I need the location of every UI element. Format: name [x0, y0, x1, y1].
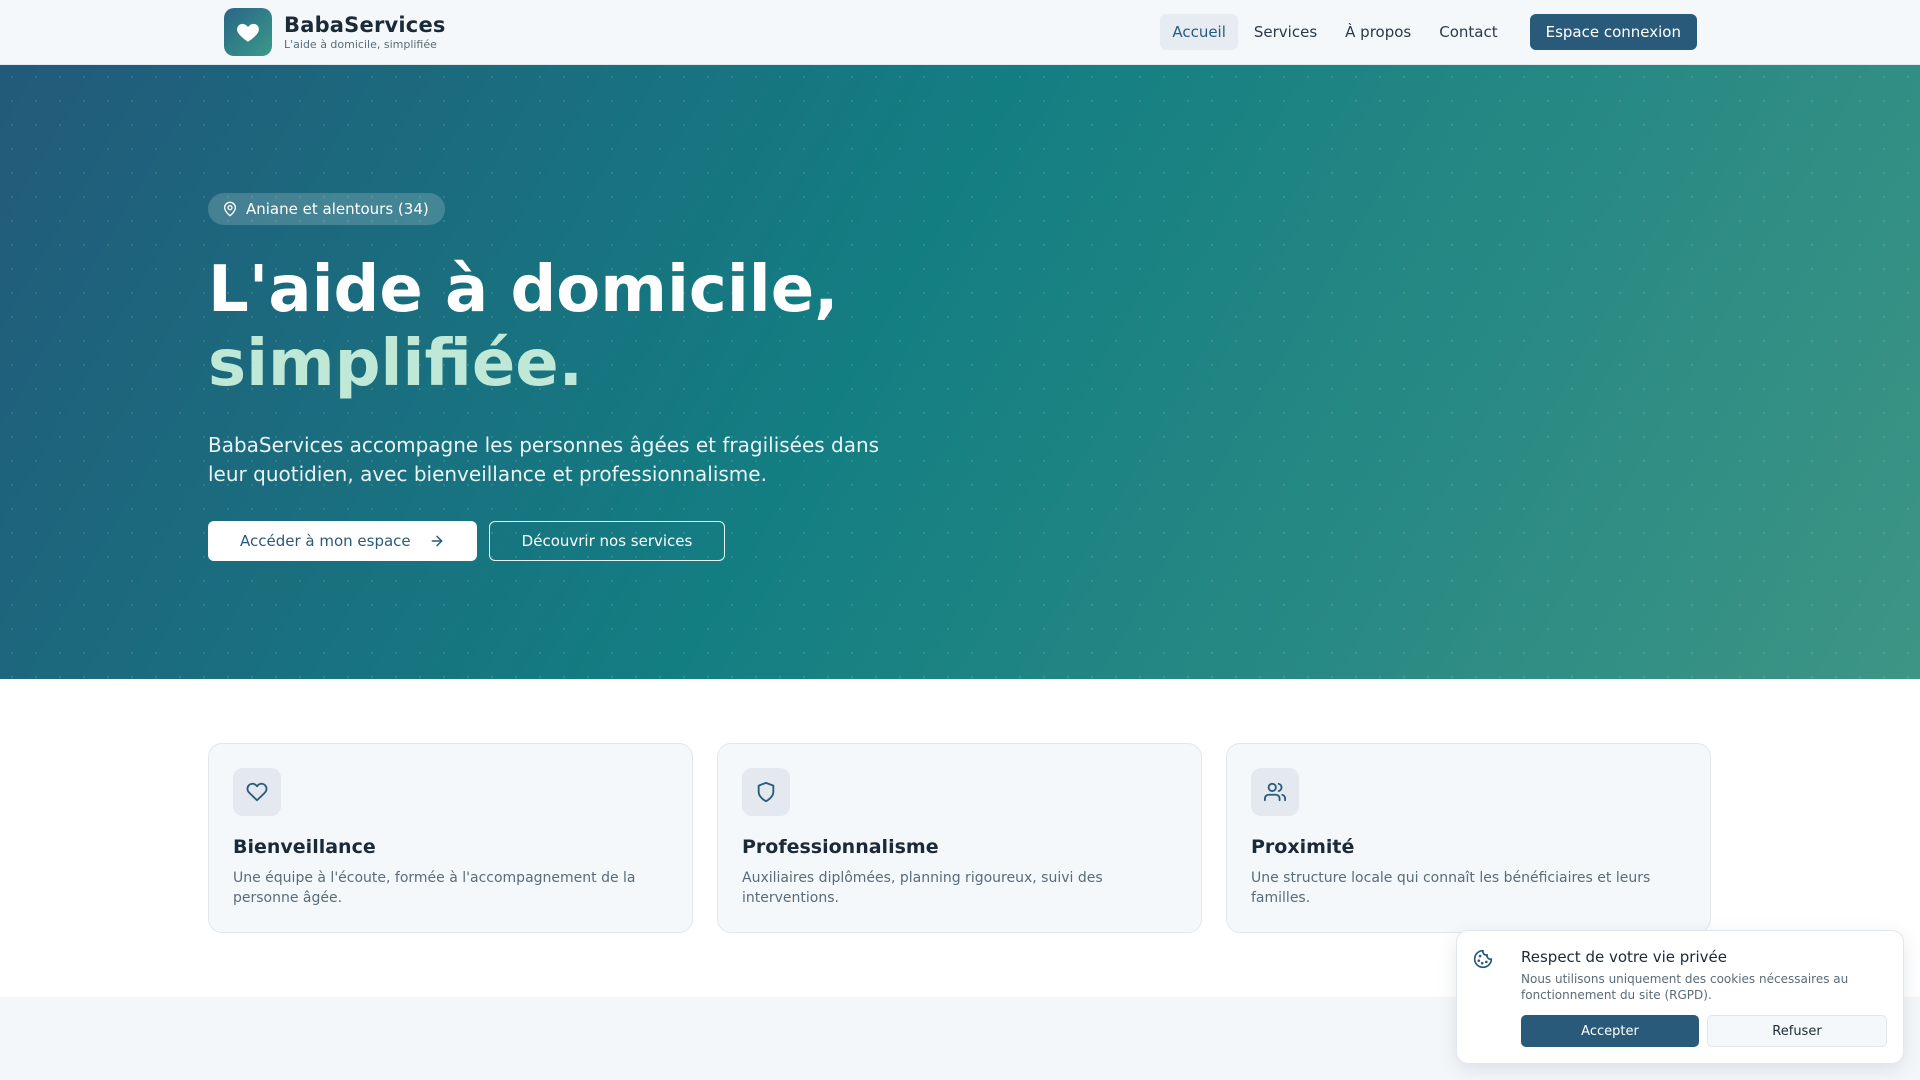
cookie-refuse-button[interactable]: Refuser	[1707, 1015, 1887, 1047]
feature-title: Bienveillance	[233, 836, 376, 858]
heart-logo-icon	[237, 23, 259, 42]
access-space-button[interactable]: Accéder à mon espace	[208, 521, 477, 561]
nav-item-contact[interactable]: Contact	[1427, 14, 1509, 50]
shield-icon	[757, 781, 775, 803]
cookie-text: Nous utilisons uniquement des cookies né…	[1521, 972, 1849, 1002]
site-header: BabaServices L'aide à domicile, simplifi…	[0, 0, 1920, 65]
hero-title-line1: L'aide à domicile,	[208, 253, 839, 327]
discover-services-button[interactable]: Découvrir nos services	[488, 521, 726, 561]
feature-card-proximite: Proximité Une structure locale qui conna…	[1226, 743, 1711, 933]
feature-title: Professionnalisme	[742, 836, 939, 858]
hero-section: Aniane et alentours (34) L'aide à domici…	[0, 65, 1920, 679]
nav-item-accueil[interactable]: Accueil	[1160, 14, 1238, 50]
cookie-banner: Respect de votre vie privée Nous utiliso…	[1456, 930, 1904, 1064]
users-icon	[1264, 782, 1286, 802]
location-badge-label: Aniane et alentours (34)	[246, 200, 429, 218]
hero-title: L'aide à domicile, simplifiée.	[208, 253, 1108, 401]
brand[interactable]: BabaServices L'aide à domicile, simplifi…	[224, 8, 446, 56]
nav-item-a-propos[interactable]: À propos	[1333, 14, 1423, 50]
location-badge: Aniane et alentours (34)	[208, 193, 445, 225]
feature-description: Une structure locale qui connaît les bén…	[1251, 870, 1651, 906]
login-button[interactable]: Espace connexion	[1529, 14, 1697, 50]
feature-description: Une équipe à l'écoute, formée à l'accomp…	[233, 870, 636, 906]
hero-title-line2: simplifiée.	[208, 327, 583, 401]
arrow-right-icon	[431, 535, 443, 547]
heart-icon	[246, 782, 268, 802]
cookie-accept-button[interactable]: Accepter	[1521, 1015, 1699, 1047]
cookie-icon	[1473, 949, 1493, 969]
brand-tagline: L'aide à domicile, simplifiée	[284, 38, 437, 51]
feature-description: Auxiliaires diplômées, planning rigoureu…	[742, 870, 1103, 906]
feature-card-bienveillance: Bienveillance Une équipe à l'écoute, for…	[208, 743, 693, 933]
feature-title: Proximité	[1251, 836, 1355, 858]
brand-name: BabaServices	[284, 13, 446, 37]
hero-subtitle: BabaServices accompagne les personnes âg…	[208, 433, 880, 486]
map-pin-icon	[224, 201, 236, 217]
nav-item-services[interactable]: Services	[1242, 14, 1329, 50]
cookie-title: Respect de votre vie privée	[1521, 948, 1727, 966]
feature-card-professionnalisme: Professionnalisme Auxiliaires diplômées,…	[717, 743, 1202, 933]
brand-logo	[224, 8, 272, 56]
main-nav: Accueil Services À propos Contact Espace…	[1156, 14, 1697, 50]
access-space-button-label: Accéder à mon espace	[240, 532, 411, 550]
